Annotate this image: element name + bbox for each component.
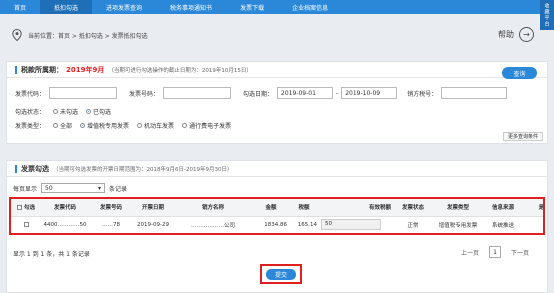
invoice-code-input[interactable] [49,87,118,99]
cell-number: ……78 [102,221,120,228]
table-header-row: 勾选 发票代码 发票号码 开票日期 销方名称 金额 税额 有效税额 发票状态 发… [11,199,543,217]
nav-invoice-download[interactable]: 发票下载 [226,0,278,14]
page-size-select[interactable]: 50 ▾ [41,183,106,193]
title-bar-decor [15,164,17,173]
cell-seller: ………………公司 [190,222,235,229]
date-from-input[interactable]: 2019-09-01 [277,87,334,99]
invoice-table: 勾选 发票代码 发票号码 开票日期 销方名称 金额 税额 有效税额 发票状态 发… [11,199,543,233]
nav-input-invoice-query[interactable]: 进项发票查询 [92,0,156,14]
page-size-value: 50 [45,184,53,192]
breadcrumb-bar: 当前位置：首页 > 抵扣勾选 > 发票抵扣勾选 [0,22,540,48]
table-row[interactable]: 4400…………50 ……78 2019-09-29 ………………公司 1834… [11,216,543,233]
invoice-code-label: 发票代码： [15,90,46,98]
page-size-suffix: 条记录 [109,185,128,193]
tax-period-note: （当期可进行勾选操作的截止日期为：2019年10月15日） [108,67,252,74]
radio-type-toll[interactable] [182,122,188,128]
cell-type: 增值税专用发票 [438,222,478,229]
next-page-button[interactable]: 下一页 [511,248,529,257]
col-header-valid-tax[interactable]: 有效税额 [319,199,393,217]
invoice-type-label: 发票类型： [15,122,46,130]
cell-valid-tax: 50 [319,216,393,233]
nav-home[interactable]: 首页 [0,0,40,14]
nav-tax-notice[interactable]: 税务事项通知书 [156,0,226,14]
query-button[interactable]: 查询 [502,67,537,79]
favorite-button[interactable]: 收藏平台 [540,0,554,30]
submit-highlight: 提交 [260,264,302,284]
date-separator: - [336,89,339,97]
col-header-type[interactable]: 发票类型 [433,199,483,217]
location-pin-icon [12,29,22,41]
cell-source: 系统推送 [491,222,514,229]
caret-down-icon: ▾ [98,184,102,192]
invoice-number-input[interactable] [163,87,232,99]
page-size-control: 每页显示 50 ▾ 条记录 [13,183,127,193]
submit-button[interactable]: 提交 [266,268,296,280]
radio-unchecked[interactable] [53,108,59,114]
col-header-status[interactable]: 发票状态 [393,199,433,217]
col-header-number[interactable]: 发票号码 [89,199,133,217]
col-header-extra[interactable]: 是否有 [523,199,543,217]
radio-checked[interactable] [86,108,92,114]
current-page-button[interactable]: 1 [488,246,501,258]
cell-status: 正常 [407,222,419,229]
help-label: 帮助 [498,30,514,39]
cell-amount: 1834.86 [264,221,287,228]
radio-type-vat-special[interactable] [80,122,86,128]
col-header-check: 勾选 [11,199,41,217]
col-header-date[interactable]: 开票日期 [133,199,173,217]
cell-date: 2019-09-29 [137,221,169,228]
check-date-label: 勾选日期： [243,90,274,98]
arrow-right-icon: → [519,27,534,42]
radio-type-all[interactable] [53,122,59,128]
col-check-label: 勾选 [23,205,35,212]
invoice-check-panel: 发票勾选 （当期可勾选发票的开票日期范围为：2018年9月6日-2019年9月3… [6,160,548,293]
row-checkbox[interactable] [23,221,29,227]
invoice-check-header: 发票勾选 （当期可勾选发票的开票日期范围为：2018年9月6日-2019年9月3… [7,161,547,177]
top-navigation: 首页 抵扣勾选 进项发票查询 税务事项通知书 发票下载 企业档案信息 [0,0,554,14]
filter-row-1: 发票代码： 发票号码： 勾选日期： 2019-09-01 - 2019-10-0… [15,87,508,99]
invoice-number-label: 发票号码： [129,90,160,98]
filter-row-2: 勾选状态： 未勾选 已勾选 [15,105,115,117]
pagination: 上一页 1 下一页 [451,246,539,258]
row-checkbox-cell [11,216,41,233]
col-header-source[interactable]: 信息来源 [483,199,523,217]
nav-enterprise-profile[interactable]: 企业档案信息 [278,0,342,14]
type-option-vehicle: 机动车发票 [144,122,175,130]
records-summary: 显示 1 到 1 条，共 1 条记录 [13,251,90,258]
check-status-label: 勾选状态： [15,108,46,116]
invoice-table-highlight: 勾选 发票代码 发票号码 开票日期 销方名称 金额 税额 有效税额 发票状态 发… [9,197,545,235]
seller-tax-id-input[interactable] [441,87,508,99]
col-header-amount[interactable]: 金额 [253,199,289,217]
help-link[interactable]: 帮助 → [498,27,534,42]
date-to-input[interactable]: 2019-10-09 [341,87,398,99]
prev-page-button[interactable]: 上一页 [461,248,479,257]
query-panel: 税款所属期： 2019年9月 （当期可进行勾选操作的截止日期为：2019年10月… [6,61,548,144]
select-all-checkbox[interactable] [17,205,23,211]
breadcrumb: 当前位置：首页 > 抵扣勾选 > 发票抵扣勾选 [28,32,148,40]
title-bar-decor [15,65,17,74]
status-option-unchecked: 未勾选 [60,108,79,116]
nav-deduction-check[interactable]: 抵扣勾选 [40,0,93,14]
col-header-code[interactable]: 发票代码 [41,199,89,217]
cell-tax: 165.14 [297,221,317,228]
page-size-prefix: 每页显示 [13,185,38,193]
radio-type-vehicle[interactable] [137,122,143,128]
seller-tax-id-label: 销方税号： [407,90,438,98]
invoice-check-title: 发票勾选 [21,164,49,173]
type-option-toll: 通行费电子发票 [189,122,232,130]
type-option-vat-special: 增值税专用发票 [87,122,130,130]
type-option-all: 全部 [60,122,73,130]
valid-tax-input[interactable]: 50 [321,219,381,231]
cell-extra: - [523,216,543,233]
filter-row-3: 发票类型： 全部 增值税专用发票 机动车发票 通行费电子发票 [15,119,235,131]
col-header-tax[interactable]: 税额 [289,199,319,217]
status-option-checked: 已勾选 [93,108,112,116]
tax-period-label: 税款所属期： [21,65,63,74]
col-header-seller[interactable]: 销方名称 [173,199,253,217]
tax-period-header: 税款所属期： 2019年9月 （当期可进行勾选操作的截止日期为：2019年10月… [7,62,547,78]
more-filters-button[interactable]: 更多查询条件 [502,132,543,141]
tax-period-value: 2019年9月 [66,65,105,74]
cell-code: 4400…………50 [43,221,87,228]
invoice-check-note: （当期可勾选发票的开票日期范围为：2018年9月6日-2019年9月30日） [53,166,233,173]
